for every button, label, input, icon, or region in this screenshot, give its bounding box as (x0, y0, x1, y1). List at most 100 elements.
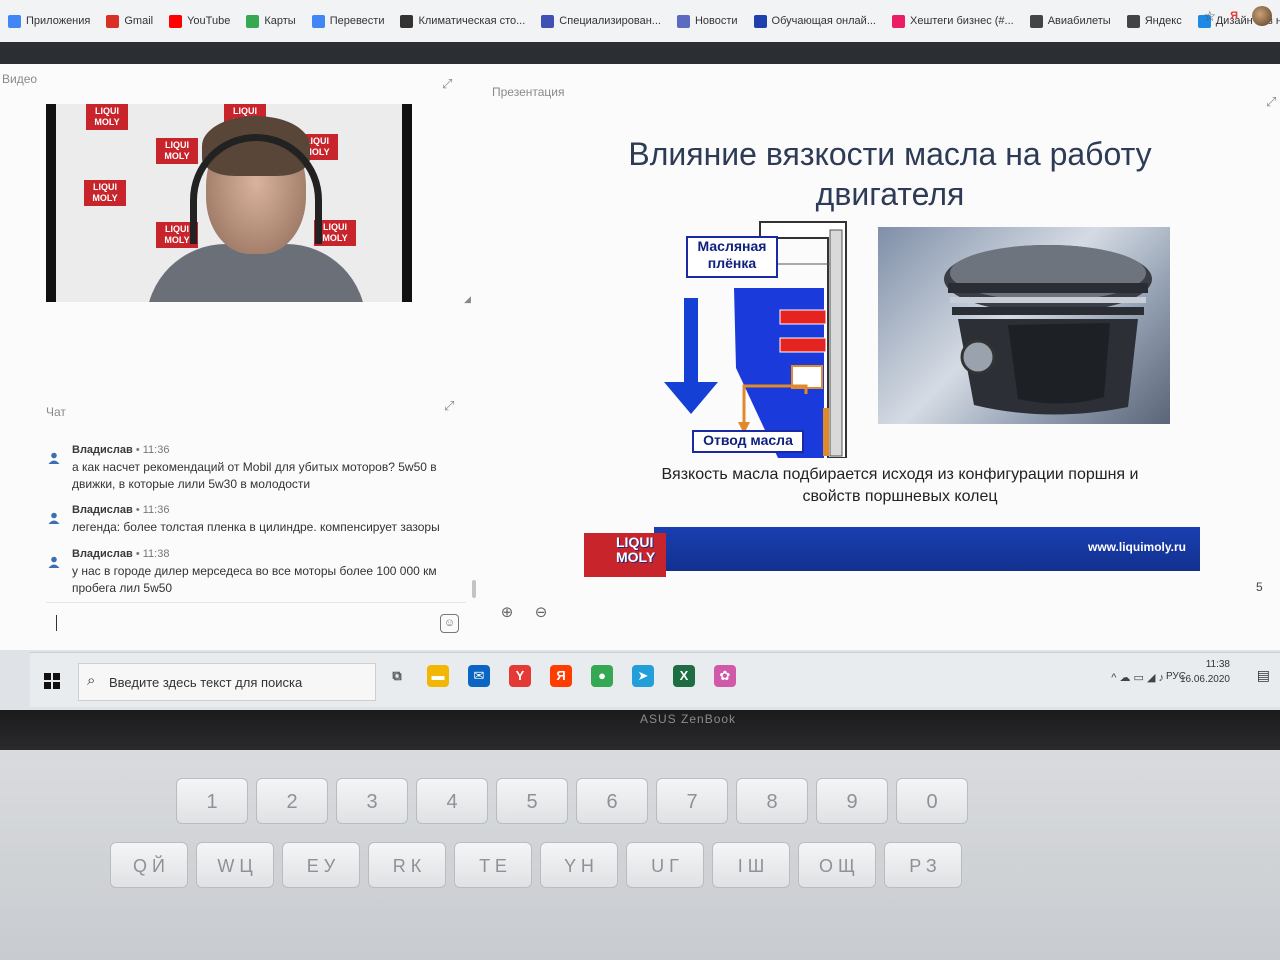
video-feed[interactable]: LIQUIMOLY LIQUIMOLY LIQUIMOLY LIQUIMOLY … (46, 104, 412, 302)
chat-time: 11:36 (142, 444, 170, 456)
bookmark-label: Карты (264, 15, 296, 27)
keyboard-key[interactable]: 7 (656, 778, 728, 824)
keyboard-key[interactable]: 8 (736, 778, 808, 824)
search-icon: ⌕ (87, 672, 96, 689)
keyboard-key[interactable]: O Щ (798, 842, 876, 888)
emoji-icon[interactable]: ☺ (440, 614, 459, 633)
search-placeholder: Введите здесь текст для поиска (109, 675, 303, 690)
chat-input[interactable] (46, 602, 466, 643)
gmail-icon (106, 14, 120, 28)
keyboard-key[interactable]: P З (884, 842, 962, 888)
chrome-icon[interactable]: ● (591, 665, 613, 687)
chat-author: Владислав (72, 504, 133, 516)
bookmark-label: YouTube (187, 15, 231, 27)
telegram-icon[interactable]: ➤ (632, 665, 654, 687)
bookmark-label: Авиабилеты (1047, 15, 1111, 27)
clock-date: 16.06.2020 (1179, 674, 1230, 685)
chat-message-header: Владислав • 11:38 (72, 548, 170, 560)
task-view-icon[interactable]: ⧉ (386, 665, 408, 687)
profile-avatar[interactable] (1252, 6, 1272, 26)
excel-icon[interactable]: X (673, 665, 695, 687)
yandex-browser-icon[interactable]: Y (509, 665, 531, 687)
piston-photo (878, 227, 1170, 424)
site-icon (400, 14, 414, 28)
bookmark-item[interactable]: Обучающая онлай... (746, 0, 884, 42)
keyboard-key[interactable]: Y Н (540, 842, 618, 888)
resize-handle-icon[interactable]: ◢ (464, 294, 471, 305)
keyboard-key[interactable]: T Е (454, 842, 532, 888)
video-panel-title: Видео (2, 72, 38, 86)
bookmark-label: Новости (694, 15, 738, 27)
bookmark-label: Gmail (124, 15, 154, 27)
liqui-moly-logo: LIQUI MOLY (584, 533, 666, 577)
keyboard-key[interactable]: 5 (496, 778, 568, 824)
footer-blue-bar: www.liquimoly.ru (654, 527, 1200, 571)
bookmark-item[interactable]: Специализирован... (533, 0, 669, 42)
keyboard-key[interactable]: R К (368, 842, 446, 888)
bookmark-item[interactable]: Новости (669, 0, 746, 42)
video-backdrop: LIQUIMOLY LIQUIMOLY LIQUIMOLY LIQUIMOLY … (56, 104, 402, 302)
window-top-strip (0, 42, 1280, 64)
yandex-icon[interactable]: Я (550, 665, 572, 687)
bookmark-item[interactable]: Gmail (98, 0, 161, 42)
notification-icon[interactable]: ▤ (1257, 667, 1270, 684)
keyboard-key[interactable]: 1 (176, 778, 248, 824)
keyboard-key[interactable]: 2 (256, 778, 328, 824)
bookmark-item[interactable]: Яндекс (1119, 0, 1190, 42)
bookmark-item[interactable]: YouTube (161, 0, 238, 42)
footer-url: www.liquimoly.ru (1087, 540, 1186, 554)
slide-title: Влияние вязкости масла на работу двигате… (628, 136, 1152, 212)
keyboard-key[interactable]: 0 (896, 778, 968, 824)
bookmark-label: Хештеги бизнес (#... (909, 15, 1014, 27)
clock[interactable]: 11:38 16.06.2020 (1180, 659, 1230, 685)
bookmark-item[interactable]: Перевести (304, 0, 393, 42)
presentation-panel-title: Презентация (492, 85, 565, 99)
user-icon (48, 452, 60, 464)
globe-icon (1029, 14, 1043, 28)
laptop-brand: ASUS ZenBook (640, 712, 737, 726)
keyboard-key[interactable]: W Ц (196, 842, 274, 888)
video-expand-icon[interactable]: ⤢ (442, 76, 452, 92)
explorer-icon[interactable]: ▬ (427, 665, 449, 687)
news-icon (676, 14, 690, 28)
bookmark-item[interactable]: Хештеги бизнес (#... (884, 0, 1022, 42)
keyboard-key[interactable]: I Ш (712, 842, 790, 888)
windows-start-icon[interactable] (44, 673, 60, 689)
bookmark-item[interactable]: Климатическая сто... (392, 0, 533, 42)
yandex-extension-icon[interactable]: Я (1230, 10, 1238, 22)
keyboard-key[interactable]: E У (282, 842, 360, 888)
logo-text: LIQUI MOLY (616, 534, 656, 565)
bookmark-label: Перевести (329, 15, 385, 27)
system-tray-icons[interactable]: ^ ☁ ▭ ◢ ♪ (1111, 671, 1164, 684)
site-icon (541, 14, 555, 28)
bookmark-label: Приложения (26, 15, 91, 27)
bookmark-item[interactable]: Авиабилеты (1022, 0, 1119, 42)
liqui-moly-backdrop-logo: LIQUIMOLY (84, 180, 126, 206)
bookmark-item[interactable]: Приложения (0, 0, 98, 42)
bookmark-item[interactable]: Карты (238, 0, 303, 42)
keyboard-key[interactable]: Q Й (110, 842, 188, 888)
chat-scrollbar[interactable] (472, 580, 476, 598)
site-icon (891, 14, 905, 28)
keyboard-key[interactable]: U Г (626, 842, 704, 888)
zoom-out-icon[interactable]: ⊖ (532, 604, 550, 622)
keyboard-key[interactable]: 9 (816, 778, 888, 824)
keyboard-key[interactable]: 3 (336, 778, 408, 824)
bookmark-label: Специализирован... (559, 15, 661, 27)
taskbar-search-input[interactable]: ⌕ Введите здесь текст для поиска (78, 663, 376, 701)
presentation-expand-icon[interactable]: ⤢ (1266, 94, 1276, 110)
translate-icon (311, 14, 325, 28)
toolbar-right: ☆ Я (1204, 6, 1272, 26)
user-icon (48, 512, 60, 524)
keyboard-key[interactable]: 4 (416, 778, 488, 824)
zoom-in-icon[interactable]: ⊕ (498, 604, 516, 622)
app-icon[interactable]: ✿ (714, 665, 736, 687)
mail-icon[interactable]: ✉ (468, 665, 490, 687)
chat-expand-icon[interactable]: ⤢ (444, 398, 454, 414)
chat-message-header: Владислав • 11:36 (72, 504, 170, 516)
liqui-moly-backdrop-logo: LIQUIMOLY (156, 138, 198, 164)
chat-time: 11:36 (142, 504, 170, 516)
bookmark-star-icon[interactable]: ☆ (1204, 8, 1217, 25)
bookmark-label: Климатическая сто... (418, 15, 526, 27)
keyboard-key[interactable]: 6 (576, 778, 648, 824)
